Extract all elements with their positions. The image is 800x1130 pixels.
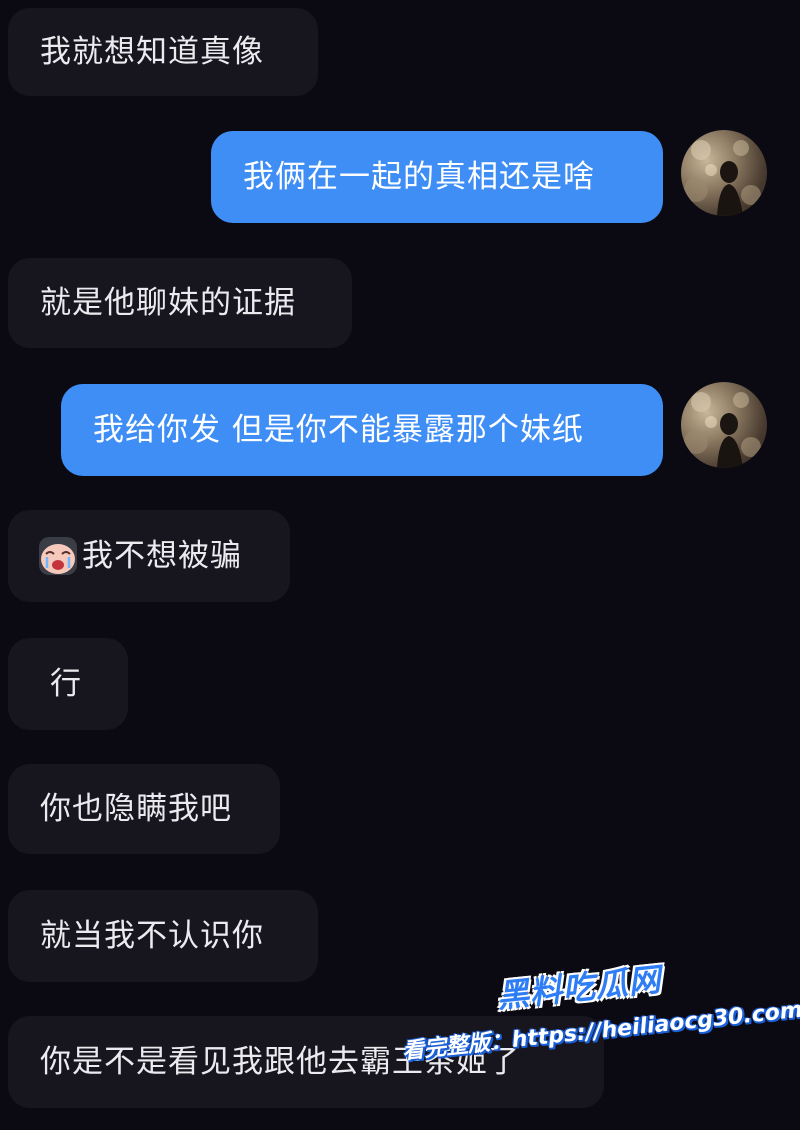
message-bubble-received[interactable]: 行 — [8, 638, 128, 730]
message-bubble-received[interactable]: 就当我不认识你 — [8, 890, 318, 982]
message-bubble-received[interactable]: 你也隐瞒我吧 — [8, 764, 280, 854]
message-text: 行 — [50, 665, 82, 702]
message-bubble-received[interactable]: 我就想知道真像 — [8, 8, 318, 96]
user-avatar[interactable] — [681, 382, 767, 468]
message-text: 我就想知道真像 — [40, 33, 264, 70]
message-bubble-received[interactable]: 就是他聊妹的证据 — [8, 258, 352, 348]
message-bubble-sent[interactable]: 我俩在一起的真相还是啥 — [211, 131, 663, 223]
site-watermark: 黑料吃瓜网 看完整版：https://heiliaocg30.com — [395, 941, 800, 1102]
message-text: 我俩在一起的真相还是啥 — [243, 158, 595, 195]
user-avatar[interactable] — [681, 130, 767, 216]
message-text: 就是他聊妹的证据 — [40, 284, 296, 321]
crying-face-icon — [38, 536, 78, 576]
message-text: 就当我不认识你 — [40, 917, 264, 954]
message-text: 我给你发 但是你不能暴露那个妹纸 — [93, 411, 584, 448]
message-text: 我不想被骗 — [82, 537, 242, 574]
message-bubble-sent[interactable]: 我给你发 但是你不能暴露那个妹纸 — [61, 384, 663, 476]
message-text: 你也隐瞒我吧 — [40, 790, 232, 827]
message-bubble-received[interactable]: 我不想被骗 — [8, 510, 290, 602]
